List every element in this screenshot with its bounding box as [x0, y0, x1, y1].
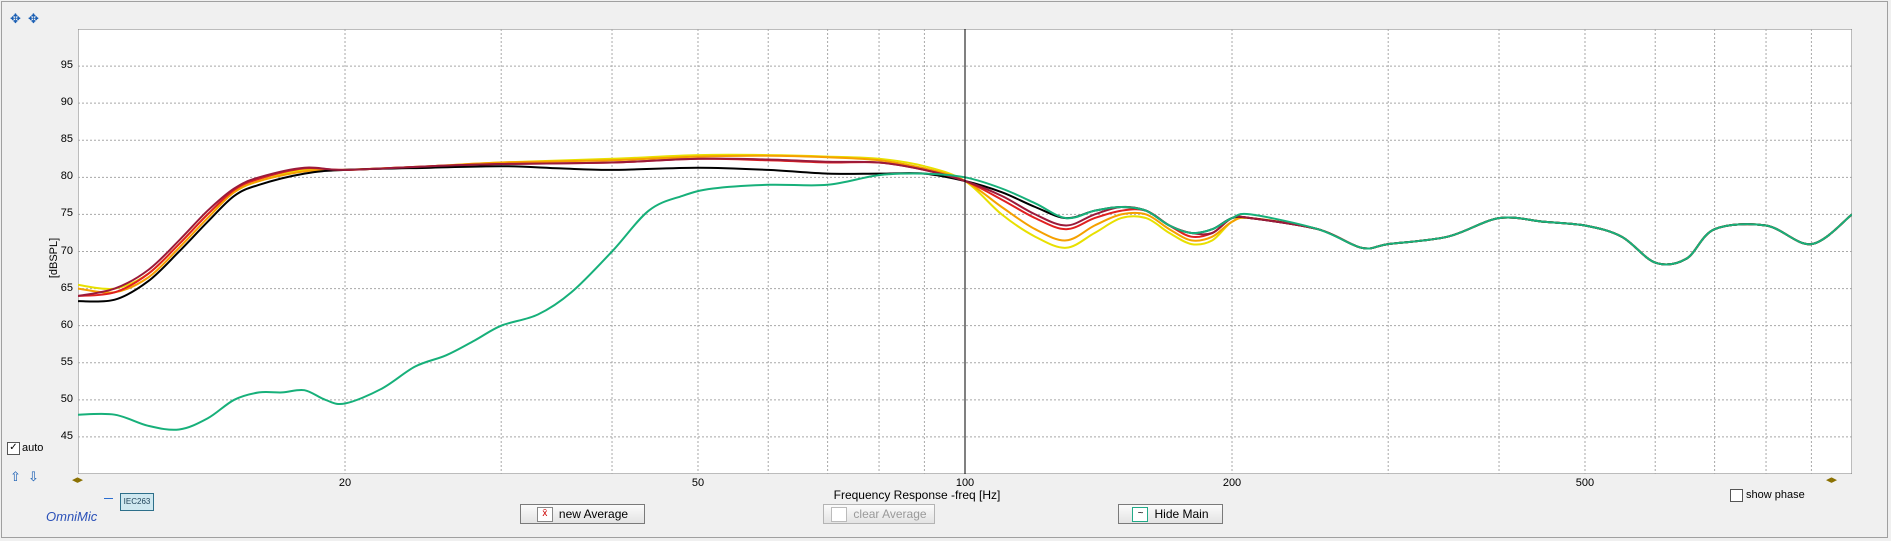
y-tick-label: 95 [60, 59, 73, 72]
clear-average-label: clear Average [853, 507, 927, 521]
y-tick-label: 60 [60, 318, 73, 331]
curve-icon: ~ [1132, 506, 1149, 522]
zoom-all-icon[interactable]: ✥ [28, 12, 39, 26]
scroll-up-icon[interactable]: ⇧ [10, 470, 21, 484]
clear-average-button[interactable]: clear Average [823, 504, 935, 524]
y-tick-label: 65 [60, 281, 73, 294]
pan-left-icon[interactable]: ◂▸ [72, 473, 83, 487]
show-phase-label: show phase [1746, 489, 1805, 501]
show-phase-checkbox[interactable] [1730, 489, 1743, 502]
pan-right-icon[interactable]: ◂▸ [1826, 473, 1837, 487]
y-tick-label: 45 [60, 429, 73, 442]
x-axis-label: Frequency Response -freq [Hz] [833, 488, 1001, 502]
y-tick-label: 70 [60, 244, 73, 257]
chart-svg[interactable] [77, 28, 1853, 475]
auto-checkbox[interactable]: ✓ [7, 442, 20, 455]
y-tick-label: 80 [60, 170, 73, 183]
clear-icon [831, 506, 848, 522]
average-icon: x̄ [536, 506, 553, 522]
hide-main-label: Hide Main [1154, 507, 1209, 521]
plot-area[interactable] [77, 28, 1853, 479]
legend-dash [104, 498, 113, 499]
zoom-fit-icon[interactable]: ✥ [10, 12, 21, 26]
y-tick-label: 50 [60, 392, 73, 405]
y-tick-label: 55 [60, 355, 73, 368]
hide-main-button[interactable]: ~ Hide Main [1118, 504, 1223, 524]
brand-label: OmniMic [46, 509, 98, 524]
new-average-button[interactable]: x̄ new Average [520, 504, 645, 524]
scroll-down-icon[interactable]: ⇩ [28, 470, 39, 484]
mic-tag[interactable]: IEC263 [120, 493, 154, 511]
new-average-label: new Average [558, 507, 629, 521]
y-tick-label: 85 [60, 133, 73, 146]
y-tick-label: 75 [60, 207, 73, 220]
auto-label: auto [22, 442, 44, 454]
y-tick-label: 90 [60, 96, 73, 109]
